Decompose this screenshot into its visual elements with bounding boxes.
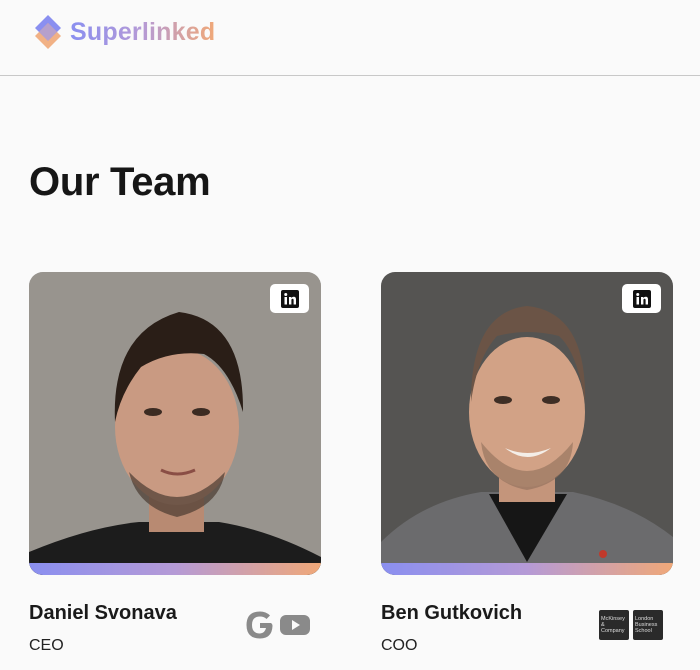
portrait-image	[381, 272, 673, 575]
linkedin-button[interactable]	[270, 284, 309, 313]
previous-employers	[245, 610, 311, 640]
team-member-name: Ben Gutkovich	[381, 602, 523, 624]
superlinked-logo-icon	[35, 15, 61, 49]
photo-accent-strip	[29, 563, 321, 575]
linkedin-icon	[632, 289, 651, 308]
brand-name: Superlinked	[70, 17, 216, 46]
linkedin-button[interactable]	[622, 284, 661, 313]
team-member-photo	[381, 272, 673, 575]
team-member-role: CEO	[29, 637, 64, 654]
page-title: Our Team	[29, 160, 211, 204]
team-member-name: Daniel Svonava	[29, 602, 177, 624]
previous-employers: McKinsey & Company London Business Schoo…	[599, 610, 663, 640]
team-member-role: COO	[381, 637, 418, 654]
portrait-image	[29, 272, 321, 575]
linkedin-icon	[280, 289, 299, 308]
team-member-card: Daniel Svonava CEO	[29, 272, 321, 654]
google-logo-icon	[246, 611, 273, 639]
youtube-logo-icon	[280, 615, 310, 635]
team-member-card: Ben Gutkovich COO McKinsey & Company Lon…	[381, 272, 673, 654]
photo-accent-strip	[381, 563, 673, 575]
site-header: Superlinked	[0, 0, 700, 76]
london-business-school-logo: London Business School	[633, 610, 663, 640]
mckinsey-logo: McKinsey & Company	[599, 610, 629, 640]
brand-logo[interactable]: Superlinked	[33, 13, 215, 51]
team-member-photo	[29, 272, 321, 575]
